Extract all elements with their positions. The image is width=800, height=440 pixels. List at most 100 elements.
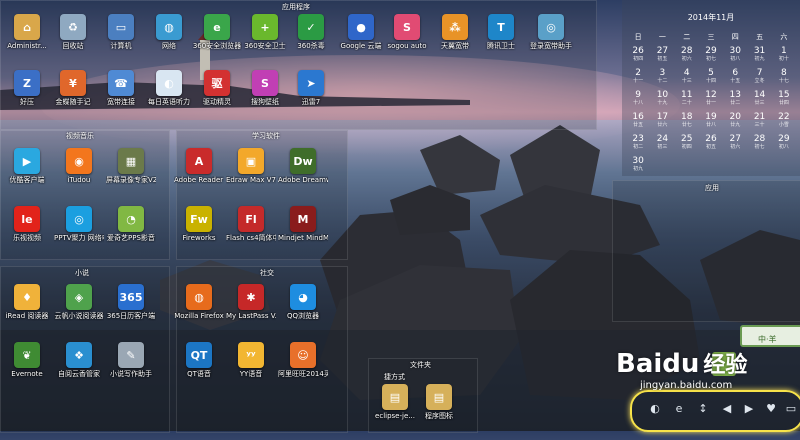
desktop-icon[interactable]: ⁂ 天翼宽带 xyxy=(430,14,480,70)
desktop-icon[interactable]: Ssogou auto xyxy=(382,14,432,70)
calendar-day[interactable]: 27 初六 xyxy=(723,134,747,156)
taskbar-icon[interactable]: ◐ xyxy=(648,402,662,416)
desktop-icon[interactable]: ✓ 360杀毒 xyxy=(286,14,336,70)
desktop-icon[interactable]: T 腾讯卫士 xyxy=(476,14,526,70)
desktop-icon-label: 365日历客户端 xyxy=(106,312,156,320)
calendar-day[interactable]: 1 初十 xyxy=(772,46,796,68)
desktop-icon[interactable]: ◈ 云帆小说阅读器 xyxy=(54,284,104,340)
calendar-day[interactable]: 2 十一 xyxy=(626,68,650,90)
desktop-icon[interactable]: Dw Adobe Dreamwe... xyxy=(278,148,328,204)
desktop-icon[interactable]: ✱ My LastPass V... xyxy=(226,284,276,340)
calendar-day[interactable]: 29 初七 xyxy=(699,46,723,68)
desktop-icon[interactable]: ◎ 登录宽带助手 xyxy=(526,14,576,70)
desktop-icon[interactable]: ◍ 网络 xyxy=(144,14,194,70)
desktop-icon-label: 宽带连接 xyxy=(107,98,135,106)
calendar-day[interactable]: 30 初九 xyxy=(626,156,650,178)
desktop-icon[interactable]: QT QT语音 xyxy=(174,342,224,398)
desktop-icon[interactable]: ✎ 小说写作助手 xyxy=(106,342,156,398)
calendar-day[interactable]: 10 十九 xyxy=(650,90,674,112)
desktop-icon[interactable]: Fl Flash cs4简体中文版 xyxy=(226,206,276,262)
calendar-day[interactable]: 22 小雪 xyxy=(772,112,796,134)
calendar-widget[interactable]: 2014年11月 日一二三四五六 26 初四 27 初五 28 初六 29 初七 30 初八 31 初… xyxy=(622,0,800,176)
calendar-day[interactable]: 5 十四 xyxy=(699,68,723,90)
desktop-icon[interactable]: e 360安全浏览器 xyxy=(192,14,242,70)
desktop-icon[interactable]: ❦ Evernote xyxy=(2,342,52,398)
desktop-icon[interactable]: ◔ 爱奇艺PPS影音 xyxy=(106,206,156,262)
desktop-icon[interactable]: A Adobe Reader XI xyxy=(174,148,224,204)
desktop-icon[interactable]: ◍ Mozilla Firefox xyxy=(174,284,224,340)
calendar-day[interactable]: 26 初五 xyxy=(699,134,723,156)
desktop-icon[interactable]: ▭ 计算机 xyxy=(96,14,146,70)
lunar-widget[interactable]: 中·羊 xyxy=(740,325,800,347)
calendar-day[interactable]: 30 初八 xyxy=(723,46,747,68)
desktop-icon[interactable]: +360安全卫士 xyxy=(240,14,290,70)
calendar-day[interactable]: 31 初九 xyxy=(747,46,771,68)
calendar-day[interactable]: 8 十七 xyxy=(772,68,796,90)
calendar-day[interactable]: 28 初七 xyxy=(747,134,771,156)
desktop-icon[interactable]: ☺ 阿里旺旺2014买家版 xyxy=(278,342,328,398)
calendar-day-lunar: 初四 xyxy=(633,56,644,62)
desktop-icon[interactable]: S 搜狗壁纸 xyxy=(240,70,290,126)
app-icon: ◍ xyxy=(156,14,182,40)
calendar-day[interactable]: 20 廿九 xyxy=(723,112,747,134)
desktop-icon[interactable]: ▣ Edraw Max V7.3 xyxy=(226,148,276,204)
desktop-icon[interactable]: ▤ 程序图标 xyxy=(414,384,464,440)
calendar-day-number: 15 xyxy=(778,90,790,100)
calendar-day[interactable]: 26 初四 xyxy=(626,46,650,68)
calendar-day[interactable]: 23 初二 xyxy=(626,134,650,156)
calendar-day[interactable]: 6 十五 xyxy=(723,68,747,90)
calendar-day[interactable]: 7 立冬 xyxy=(747,68,771,90)
desktop-icon[interactable]: ♦ iRead 阅读器 xyxy=(2,284,52,340)
calendar-day[interactable]: 29 初八 xyxy=(772,134,796,156)
calendar-day[interactable]: 28 初六 xyxy=(675,46,699,68)
calendar-day-number: 22 xyxy=(778,112,790,122)
desktop-icon[interactable]: le 乐视视频 xyxy=(2,206,52,262)
calendar-day[interactable]: 13 廿二 xyxy=(723,90,747,112)
desktop-icon[interactable]: ♻ 回收站 xyxy=(48,14,98,70)
calendar-day[interactable]: 21 三十 xyxy=(747,112,771,134)
calendar-day[interactable]: 12 廿一 xyxy=(699,90,723,112)
desktop-icon[interactable]: ▶ 优酷客户端 xyxy=(2,148,52,204)
desktop-icon[interactable]: ▤ eclipse-je... xyxy=(370,384,420,440)
calendar-day-lunar: 十四 xyxy=(705,78,716,84)
calendar-day[interactable]: 25 初四 xyxy=(675,134,699,156)
desktop-icon[interactable]: ¥ 金蝶随手记 xyxy=(48,70,98,126)
calendar-day[interactable]: 27 初五 xyxy=(650,46,674,68)
calendar-day[interactable]: 11 二十 xyxy=(675,90,699,112)
calendar-day[interactable]: 14 廿三 xyxy=(747,90,771,112)
calendar-day[interactable]: 24 初三 xyxy=(650,134,674,156)
calendar-day[interactable]: 16 廿五 xyxy=(626,112,650,134)
desktop-icon[interactable]: M Mindjet MindMan... xyxy=(278,206,328,262)
calendar-day[interactable]: 17 廿六 xyxy=(650,112,674,134)
desktop-icon[interactable]: ❖ 自阅云香管家 xyxy=(54,342,104,398)
desktop-icon[interactable]: ◉ iTudou xyxy=(54,148,104,204)
desktop-icon[interactable]: 365 365日历客户端 xyxy=(106,284,156,340)
desktop-icon[interactable]: ▦ 屏幕录像专家V2014 xyxy=(106,148,156,204)
taskbar-icon[interactable]: ♥ xyxy=(764,402,778,416)
desktop-icon[interactable]: Z 好压 xyxy=(2,70,52,126)
desktop-icon[interactable]: ◕ QQ浏览器 xyxy=(278,284,328,340)
desktop-icon[interactable]: ⌂ Administr... xyxy=(2,14,52,70)
taskbar-icon[interactable]: ↕ xyxy=(696,402,710,416)
calendar-day-number: 14 xyxy=(753,90,766,100)
taskbar-icon[interactable]: e xyxy=(672,402,686,416)
calendar-day[interactable]: 19 廿八 xyxy=(699,112,723,134)
calendar-day-number: 18 xyxy=(680,112,693,122)
desktop-icon[interactable]: ➤ 迅雷7 xyxy=(286,70,336,126)
desktop-icon[interactable]: ☎ 宽带连接 xyxy=(96,70,146,126)
taskbar-icon[interactable]: ◀ xyxy=(720,402,734,416)
desktop-icon[interactable]: ◐ 每日英语听力 xyxy=(144,70,194,126)
taskbar-icon[interactable]: ▶ xyxy=(742,402,756,416)
desktop-icon[interactable]: 驱驱动精灵 xyxy=(192,70,242,126)
calendar-day[interactable]: 15 廿四 xyxy=(772,90,796,112)
calendar-weekday: 日 xyxy=(634,33,642,41)
desktop-icon[interactable]: ● Google 云端 xyxy=(336,14,386,70)
calendar-day[interactable]: 9 十八 xyxy=(626,90,650,112)
desktop-icon[interactable]: ʸʸ YY语音 xyxy=(226,342,276,398)
desktop-icon[interactable]: Fw Fireworks xyxy=(174,206,224,262)
calendar-day[interactable]: 18 廿七 xyxy=(675,112,699,134)
desktop-icon[interactable]: ◎ PPTV聚力 网络电视 xyxy=(54,206,104,262)
calendar-day[interactable]: 3 十二 xyxy=(650,68,674,90)
calendar-day[interactable]: 4 十三 xyxy=(675,68,699,90)
taskbar-icon[interactable]: ▭ xyxy=(784,402,798,416)
